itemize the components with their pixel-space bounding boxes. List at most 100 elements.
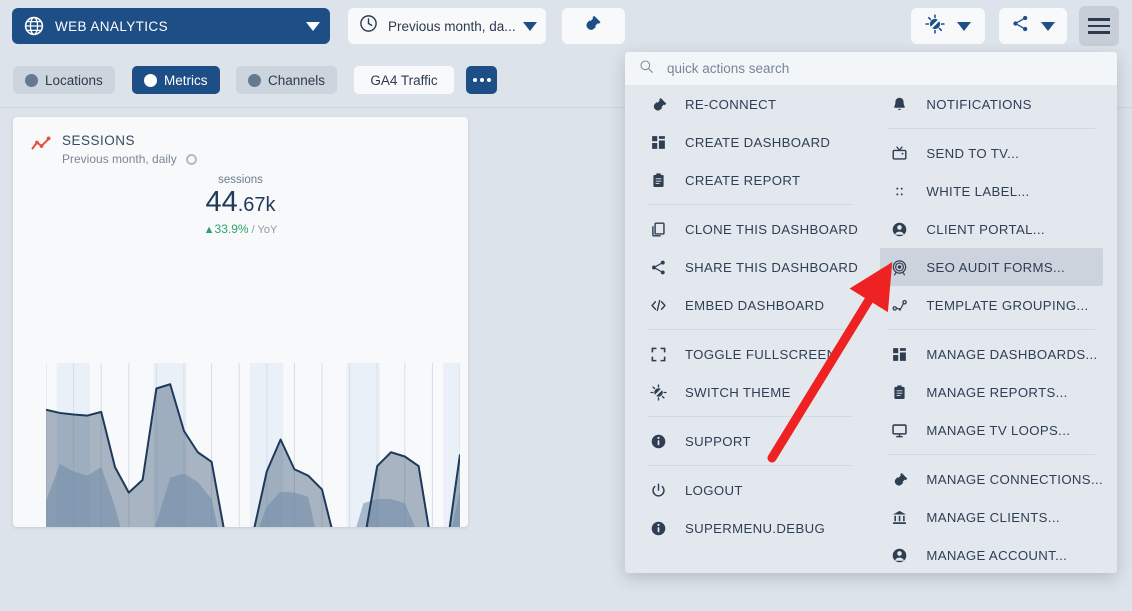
menu-item-label: MANAGE ACCOUNT...	[926, 547, 1068, 563]
sessions-widget-card[interactable]: SESSIONS Previous month, daily sessions …	[13, 117, 468, 527]
clock-icon	[359, 14, 378, 38]
date-range-label: Previous month, da...	[388, 18, 516, 34]
menu-item-label: SWITCH THEME	[685, 384, 791, 400]
card-title: SESSIONS	[62, 133, 136, 148]
menu-item-client-portal[interactable]: CLIENT PORTAL...	[880, 210, 1103, 248]
menu-item-notifications[interactable]: NOTIFICATIONS	[880, 85, 1103, 123]
plug-icon	[647, 96, 669, 113]
menu-item-label: EMBED DASHBOARD	[685, 297, 825, 313]
menu-divider	[888, 329, 1095, 330]
menu-item-manage-account[interactable]: MANAGE ACCOUNT...	[880, 536, 1103, 573]
clipboard-icon	[888, 384, 910, 401]
quick-actions-menu[interactable]: RE-CONNECT CREATE DASHBOARD CREATE REPORT C…	[625, 52, 1117, 573]
menu-item-label: CLIENT PORTAL...	[926, 221, 1045, 237]
hamburger-icon-line	[1088, 24, 1110, 28]
menu-item-label: TOGGLE FULLSCREEN	[685, 346, 837, 362]
filter-chip-label: Channels	[268, 72, 326, 88]
menu-item-clone-this-dashboard[interactable]: CLONE THIS DASHBOARD	[639, 210, 860, 248]
theme-brightness-icon	[925, 13, 945, 39]
menu-item-share-this-dashboard[interactable]: SHARE THIS DASHBOARD	[639, 248, 860, 286]
person-icon	[888, 547, 910, 564]
search-icon	[639, 59, 654, 79]
reconnect-button[interactable]	[562, 8, 625, 44]
menu-item-label: MANAGE REPORTS...	[926, 384, 1068, 400]
card-subtitle: Previous month, daily	[62, 152, 177, 166]
menu-item-manage-clients[interactable]: MANAGE CLIENTS...	[880, 498, 1103, 536]
menu-column-right: NOTIFICATIONS SEND TO TV... WHITE LABEL...…	[866, 85, 1117, 573]
plug-icon	[583, 13, 604, 39]
menu-item-label: NOTIFICATIONS	[926, 96, 1032, 112]
filter-more-button[interactable]	[466, 66, 497, 94]
menu-item-supermenu-debug[interactable]: SUPERMENU.DEBUG	[639, 509, 860, 547]
menu-item-label: WHITE LABEL...	[926, 183, 1030, 199]
tv-icon	[888, 145, 910, 162]
dashboard-icon	[647, 134, 669, 151]
hamburger-menu-button[interactable]	[1079, 6, 1119, 46]
menu-item-label: LOGOUT	[685, 482, 743, 498]
date-range-selector[interactable]: Previous month, da...	[348, 8, 546, 44]
menu-item-white-label[interactable]: WHITE LABEL...	[880, 172, 1103, 210]
app-root: WEB ANALYTICS Previous month, da... Loca…	[0, 0, 1132, 611]
menu-item-create-dashboard[interactable]: CREATE DASHBOARD	[639, 123, 860, 161]
menu-item-send-to-tv[interactable]: SEND TO TV...	[880, 134, 1103, 172]
chevron-down-icon[interactable]	[523, 21, 537, 31]
delta-value: 33.9%	[214, 222, 249, 236]
menu-item-label: SEO AUDIT FORMS...	[926, 259, 1066, 275]
chevron-down-icon[interactable]	[1040, 21, 1055, 31]
fullscreen-icon	[647, 346, 669, 363]
info-icon	[647, 520, 669, 537]
info-icon	[647, 433, 669, 450]
menu-item-create-report[interactable]: CREATE REPORT	[639, 161, 860, 199]
quick-actions-search-input[interactable]	[667, 61, 1085, 76]
menu-item-logout[interactable]: LOGOUT	[639, 471, 860, 509]
menu-item-label: SHARE THIS DASHBOARD	[685, 259, 859, 275]
hamburger-icon-line	[1088, 18, 1110, 21]
menu-item-label: CREATE REPORT	[685, 172, 801, 188]
menu-item-manage-reports[interactable]: MANAGE REPORTS...	[880, 373, 1103, 411]
nodes-icon	[888, 297, 910, 314]
hamburger-icon-line	[1088, 31, 1110, 34]
dots-grid-icon	[888, 183, 910, 200]
menu-item-label: SUPERMENU.DEBUG	[685, 520, 826, 536]
menu-item-label: TEMPLATE GROUPING...	[926, 297, 1089, 313]
chevron-down-icon[interactable]	[306, 21, 320, 31]
chevron-down-icon[interactable]	[957, 21, 971, 31]
sparkline-icon	[31, 136, 51, 152]
menu-item-manage-dashboards[interactable]: MANAGE DASHBOARDS...	[880, 335, 1103, 373]
menu-item-toggle-fullscreen[interactable]: TOGGLE FULLSCREEN	[639, 335, 860, 373]
menu-item-seo-audit-forms[interactable]: SEO AUDIT FORMS...	[880, 248, 1103, 286]
clipboard-icon	[647, 172, 669, 189]
filter-chip-channels[interactable]: Channels	[236, 66, 338, 94]
filter-chip-label: Metrics	[164, 72, 208, 88]
menu-item-re-connect[interactable]: RE-CONNECT	[639, 85, 860, 123]
menu-item-support[interactable]: SUPPORT	[639, 422, 860, 460]
theme-selector[interactable]	[911, 8, 985, 44]
menu-item-manage-connections[interactable]: MANAGE CONNECTIONS...	[880, 460, 1103, 498]
menu-divider	[647, 204, 853, 205]
menu-divider	[647, 329, 853, 330]
share-nodes-icon	[1011, 14, 1030, 38]
menu-item-switch-theme[interactable]: SWITCH THEME	[639, 373, 860, 411]
live-indicator-icon	[185, 153, 197, 165]
menu-item-label: SUPPORT	[685, 433, 751, 449]
menu-item-manage-tv-loops[interactable]: MANAGE TV LOOPS...	[880, 411, 1103, 449]
share-selector[interactable]	[999, 8, 1067, 44]
kpi-value: 44.67k	[13, 188, 468, 217]
menu-divider	[888, 454, 1095, 455]
dashboard-selector[interactable]: WEB ANALYTICS	[12, 8, 330, 44]
menu-item-label: RE-CONNECT	[685, 96, 777, 112]
menu-item-template-grouping[interactable]: TEMPLATE GROUPING...	[880, 286, 1103, 324]
filter-chip-ga4-traffic[interactable]: GA4 Traffic	[354, 66, 454, 94]
menu-divider	[888, 128, 1095, 129]
check-circle-icon	[25, 73, 38, 87]
menu-item-label: MANAGE CONNECTIONS...	[926, 471, 1103, 487]
bell-icon	[888, 96, 910, 113]
filter-chip-metrics[interactable]: Metrics	[132, 66, 220, 94]
top-toolbar: WEB ANALYTICS Previous month, da...	[0, 0, 1132, 52]
quick-actions-search-row[interactable]	[625, 52, 1117, 85]
person-icon	[888, 221, 910, 238]
menu-item-label: SEND TO TV...	[926, 145, 1020, 161]
filter-chip-locations[interactable]: Locations	[13, 66, 115, 94]
menu-item-embed-dashboard[interactable]: EMBED DASHBOARD	[639, 286, 860, 324]
kpi-block: sessions 44.67k ▲33.9% / YoY	[13, 174, 468, 236]
